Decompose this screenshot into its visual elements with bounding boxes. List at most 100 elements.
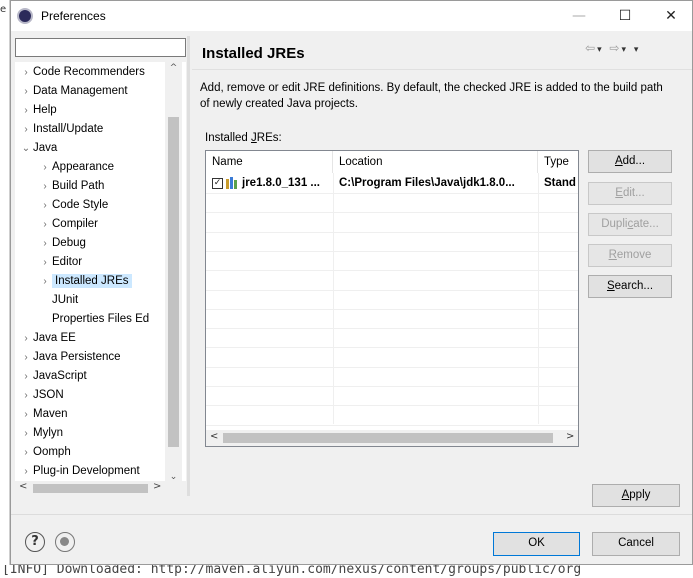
tree-item[interactable]: › Maven	[15, 405, 67, 424]
tree-item[interactable]: › Build Path	[15, 177, 104, 196]
tree-vertical-scrollbar[interactable]: ^ ⌄	[165, 62, 182, 482]
column-header-location[interactable]: Location	[333, 151, 538, 173]
tree-item[interactable]: › Java Persistence	[15, 348, 120, 367]
scroll-left-icon[interactable]: <	[19, 481, 27, 492]
tree-item-label: Debug	[52, 237, 86, 249]
expand-icon[interactable]: ›	[19, 367, 33, 386]
filter-input[interactable]	[15, 38, 186, 57]
tree-item[interactable]: › Compiler	[15, 215, 98, 234]
history-navigation[interactable]: ⇦▾ ⇨▾ ▾	[585, 41, 640, 55]
duplicate-button[interactable]: Duplicate...	[588, 213, 672, 236]
scroll-right-icon[interactable]: >	[153, 481, 161, 492]
expand-icon[interactable]: ›	[38, 253, 52, 272]
maximize-button[interactable]: ☐	[602, 1, 648, 31]
default-jre-checkbox[interactable]: ✓	[212, 178, 223, 189]
ok-button[interactable]: OK	[493, 532, 580, 556]
expand-icon[interactable]: ›	[19, 348, 33, 367]
column-header-type[interactable]: Type	[538, 151, 578, 173]
record-macro-icon[interactable]	[55, 532, 75, 552]
scroll-thumb[interactable]	[223, 433, 553, 443]
tree-item[interactable]: › Editor	[15, 253, 82, 272]
expand-icon[interactable]: ›	[19, 82, 33, 101]
expand-icon[interactable]: ›	[38, 215, 52, 234]
expand-icon[interactable]: ›	[19, 120, 33, 139]
tree-item-label: JavaScript	[33, 370, 87, 382]
tree-item[interactable]: › Debug	[15, 234, 86, 253]
remove-button[interactable]: Remove	[588, 244, 672, 267]
apply-button[interactable]: Apply	[592, 484, 680, 507]
tree-item-label: Code Recommenders	[33, 66, 145, 78]
tree-horizontal-scrollbar[interactable]: < >	[15, 481, 186, 496]
tree-item-label: Build Path	[52, 180, 105, 192]
tree-item-label: Mylyn	[33, 427, 64, 439]
table-horizontal-scrollbar[interactable]: < >	[206, 430, 578, 446]
help-icon[interactable]: ?	[25, 532, 45, 552]
jre-table[interactable]: Name Location Type ✓ jre1.8.0_131 ... C:…	[205, 150, 579, 447]
tree-item[interactable]: › Mylyn	[15, 424, 63, 443]
tree-item[interactable]: › Java EE	[15, 329, 76, 348]
tree-item[interactable]: › Plug-in Development	[15, 462, 139, 481]
expand-icon[interactable]: ›	[19, 462, 33, 481]
title-bar[interactable]: Preferences — ☐ ✕	[11, 1, 692, 31]
forward-icon[interactable]: ⇨	[609, 41, 621, 55]
tree-item[interactable]: › JSON	[15, 386, 64, 405]
table-gridline	[206, 231, 578, 233]
scroll-thumb[interactable]	[168, 117, 179, 447]
tree-item[interactable]: › JavaScript	[15, 367, 87, 386]
expand-icon[interactable]: ›	[38, 177, 52, 196]
tree-item[interactable]: › Oomph	[15, 443, 70, 462]
scroll-up-icon[interactable]: ^	[165, 63, 182, 73]
tree-item[interactable]: › Appearance	[15, 158, 114, 177]
expand-icon[interactable]: ›	[19, 63, 33, 82]
tree-item-label: JUnit	[52, 294, 79, 306]
background-app-edge: e	[0, 0, 10, 565]
tree-item-label: Java	[33, 142, 58, 154]
title-separator	[192, 69, 692, 70]
expand-icon[interactable]: ›	[38, 272, 52, 291]
expand-icon[interactable]: ›	[38, 158, 52, 177]
table-gridline	[206, 347, 578, 349]
scroll-left-icon[interactable]: <	[210, 431, 218, 442]
tree-item-label: Properties Files Ed	[52, 313, 150, 325]
tree-item[interactable]: ⌄ Java	[15, 139, 58, 158]
tree-item[interactable]: › Data Management	[15, 82, 127, 101]
tree-item[interactable]: Properties Files Ed	[15, 310, 149, 329]
expand-icon[interactable]: ›	[19, 443, 33, 462]
column-header-name[interactable]: Name	[206, 151, 333, 173]
expand-icon[interactable]: ›	[19, 424, 33, 443]
jre-type-cell: Stand	[544, 177, 576, 189]
expand-icon[interactable]: ›	[38, 196, 52, 215]
table-gridline	[206, 405, 578, 407]
add-button[interactable]: Add...	[588, 150, 672, 173]
expand-icon[interactable]: ›	[19, 329, 33, 348]
expand-icon[interactable]: ›	[38, 234, 52, 253]
pane-divider[interactable]	[187, 36, 190, 496]
tree-item[interactable]: › Code Recommenders	[15, 63, 145, 82]
tree-item[interactable]: › Install/Update	[15, 120, 103, 139]
collapse-icon[interactable]: ⌄	[19, 139, 33, 158]
tree-item-label: JSON	[33, 389, 64, 401]
table-row[interactable]: ✓ jre1.8.0_131 ... C:\Program Files\Java…	[206, 173, 578, 193]
close-button[interactable]: ✕	[648, 1, 693, 31]
table-gridline	[206, 250, 578, 252]
scroll-thumb[interactable]	[33, 484, 148, 493]
scroll-right-icon[interactable]: >	[566, 431, 574, 442]
tree-item[interactable]: JUnit	[15, 291, 78, 310]
search-button[interactable]: Search...	[588, 275, 672, 298]
table-gridline	[206, 424, 578, 426]
table-column-divider	[538, 173, 539, 424]
edit-button[interactable]: Edit...	[588, 182, 672, 205]
expand-icon[interactable]: ›	[19, 386, 33, 405]
back-icon[interactable]: ⇦	[585, 41, 597, 55]
forward-dropdown-icon[interactable]: ▾	[621, 45, 628, 55]
expand-icon[interactable]: ›	[19, 101, 33, 120]
tree-item-label: Compiler	[52, 218, 99, 230]
tree-item[interactable]: › Help	[15, 101, 56, 120]
cancel-button[interactable]: Cancel	[592, 532, 680, 556]
view-menu-icon[interactable]: ▾	[634, 45, 641, 55]
minimize-button[interactable]: —	[556, 1, 602, 31]
back-dropdown-icon[interactable]: ▾	[597, 45, 604, 55]
tree-item[interactable]: › Installed JREs	[15, 272, 132, 291]
tree-item[interactable]: › Code Style	[15, 196, 108, 215]
expand-icon[interactable]: ›	[19, 405, 33, 424]
